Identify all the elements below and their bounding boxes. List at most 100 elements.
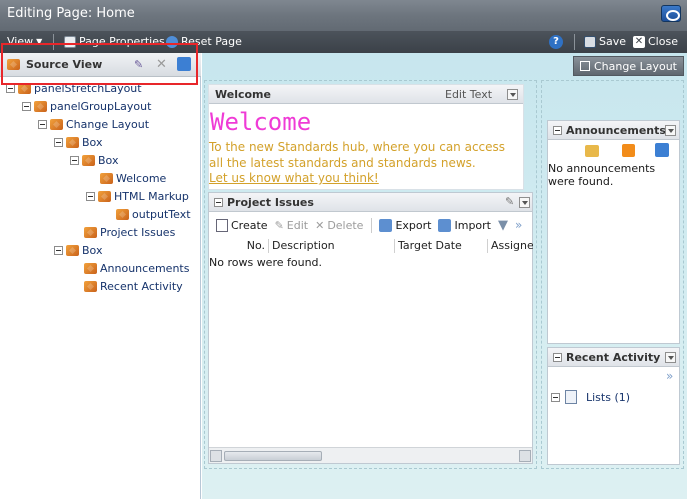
filter-icon: ▼ [498,217,508,233]
collapse-toggle[interactable] [70,156,79,165]
collapse-toggle[interactable] [6,84,15,93]
component-icon [84,281,97,292]
lists-link[interactable]: Lists (1) [586,391,630,404]
tree-node[interactable]: Announcements [84,262,189,275]
component-icon [50,119,63,130]
collapse-toggle[interactable] [553,353,562,362]
scroll-right-icon[interactable] [519,450,531,462]
tree-node[interactable]: panelStretchLayout [6,82,142,95]
column-header[interactable]: Description [270,239,395,253]
tree-node-label: Announcements [100,262,190,275]
save-button[interactable]: Save [584,35,626,48]
reset-page-button[interactable]: Reset Page [166,35,242,48]
source-view-title: Source View [26,58,103,71]
tree-node[interactable]: Box [70,154,118,167]
rss-icon[interactable] [622,144,635,157]
scrollbar-thumb[interactable] [224,451,322,461]
edit-label: Edit [286,218,309,232]
collapse-toggle[interactable] [54,246,63,255]
tree-node[interactable]: Box [54,244,102,257]
list-icon [565,390,577,404]
tree-node-label: Box [98,154,119,167]
source-view-header: Source View ✎ ✕ [0,53,201,77]
view-menu-label: View [7,35,34,48]
recent-activity-menu[interactable] [665,352,676,363]
component-icon [18,83,31,94]
expand-toggle[interactable] [551,393,560,402]
import-icon [438,218,452,232]
change-layout-button[interactable]: Change Layout [573,56,684,76]
edit-button[interactable]: ✎ Edit [275,219,309,232]
component-icon [84,263,97,274]
wrench-icon[interactable]: ✎ [505,195,514,208]
empty-table-message: No rows were found. [209,256,323,269]
scroll-left-icon[interactable] [210,450,222,462]
collapse-toggle[interactable] [553,126,562,135]
toolbar-divider [371,217,373,233]
collapse-toggle[interactable] [54,138,63,147]
tree-node-label: Recent Activity [100,280,183,293]
tree-node[interactable]: HTML Markup [86,190,189,203]
pencil-icon: ✎ [274,218,284,232]
collapse-toggle[interactable] [86,192,95,201]
page-canvas: Change Layout Welcome Edit Text Welcome … [202,53,687,499]
tree-node-label: outputText [132,208,191,221]
announcements-title: Announcements [566,124,666,137]
tree-node[interactable]: Welcome [100,172,166,185]
tree-node[interactable]: Recent Activity [84,280,183,293]
collapse-toggle[interactable] [22,102,31,111]
horizontal-scrollbar[interactable] [209,447,532,463]
tree-node-label: Welcome [116,172,167,185]
collapse-toggle[interactable] [38,120,47,129]
welcome-box-header: Welcome Edit Text [209,85,523,104]
tree-node[interactable]: Box [54,136,102,149]
overflow-icon[interactable]: » [515,218,522,232]
welcome-box-menu[interactable] [507,89,518,100]
page-properties-button[interactable]: Page Properties [64,35,165,48]
page-properties-icon [64,35,76,48]
help-button[interactable]: ? [549,35,563,49]
tree-node[interactable]: Change Layout [38,118,149,131]
reset-page-label: Reset Page [181,35,242,48]
folder-icon[interactable] [585,145,599,157]
chevron-down-icon: ▼ [36,37,43,46]
view-menu[interactable]: View ▼ [7,35,42,48]
project-issues-header: Project Issues ✎ [209,193,532,212]
edit-properties-icon[interactable]: ✎ [134,58,143,71]
close-button[interactable]: ✕ Close [633,35,678,48]
announcements-header: Announcements [548,121,679,140]
refresh-icon[interactable] [655,143,669,157]
column-header[interactable]: Target Date [396,239,488,253]
welcome-box-title: Welcome [215,88,271,101]
column-header[interactable]: Assigned [489,239,533,253]
delete-icon[interactable]: ✕ [156,57,167,72]
source-view-icon [7,59,20,70]
create-button[interactable]: Create [216,218,268,232]
refresh-icon[interactable] [177,57,191,71]
export-icon [379,218,393,232]
edit-text-link[interactable]: Edit Text [445,88,492,101]
collapse-toggle[interactable] [214,198,223,207]
change-layout-icon [579,61,590,71]
recent-activity-box: Recent Activity » Lists (1) [547,347,680,465]
import-button[interactable]: Import [438,218,491,232]
filter-button[interactable]: ▼ [498,218,508,233]
component-icon [98,191,111,202]
tree-node-label: panelStretchLayout [34,82,142,95]
reset-icon [166,35,178,48]
welcome-heading: Welcome [210,108,312,136]
export-button[interactable]: Export [379,218,431,232]
tree-node[interactable]: Project Issues [84,226,175,239]
column-header[interactable]: No. [209,239,269,253]
component-icon [116,209,129,220]
component-icon [34,101,47,112]
announcements-menu[interactable] [665,125,676,136]
overflow-icon[interactable]: » [666,369,673,383]
tree-node[interactable]: outputText [116,208,191,221]
component-icon [66,137,79,148]
feedback-link[interactable]: Let us know what you think! [209,171,379,185]
tree-node[interactable]: panelGroupLayout [22,100,151,113]
project-issues-menu[interactable] [519,197,530,208]
toolbar-divider [574,34,575,50]
delete-button[interactable]: ✕ Delete [315,219,363,232]
